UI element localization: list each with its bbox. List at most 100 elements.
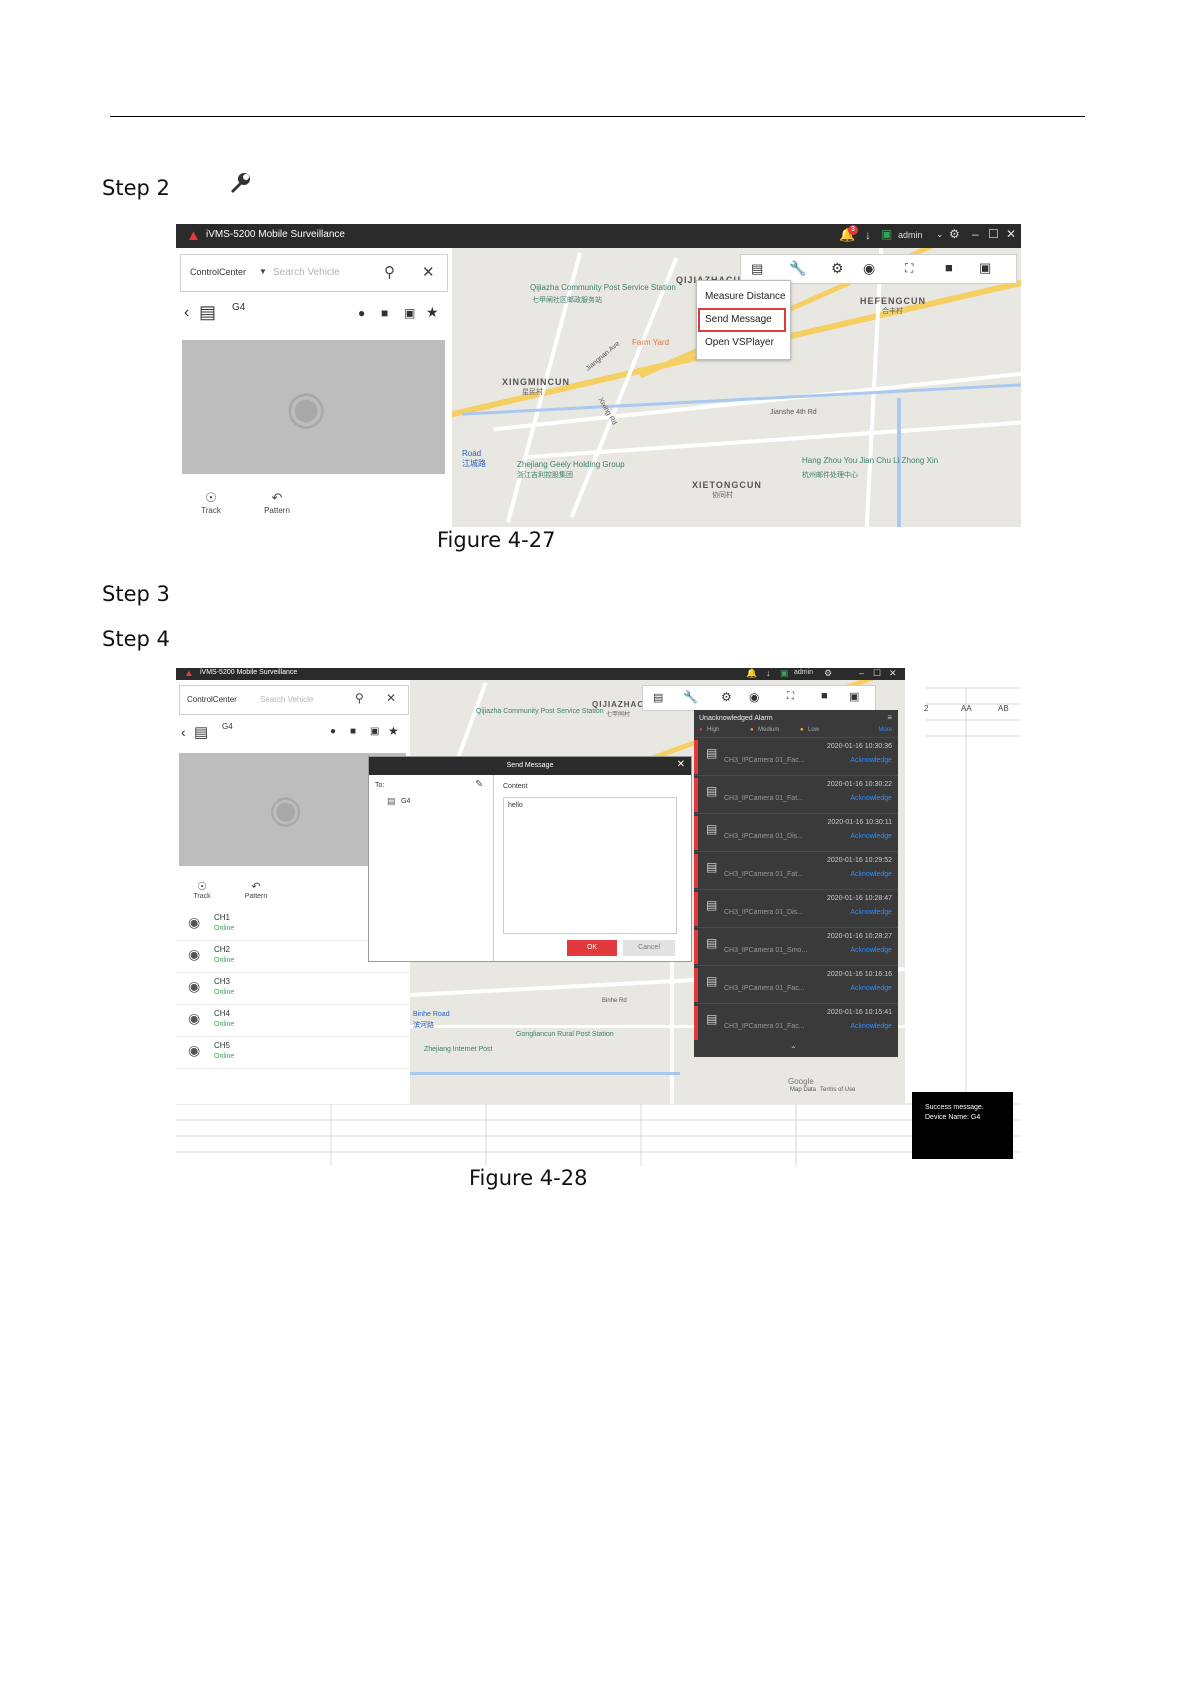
scope-chevron-icon[interactable]: ▼ — [259, 267, 267, 276]
acknowledge-button[interactable]: Acknowledge — [850, 795, 892, 802]
fullscreen-icon[interactable]: ⛶ — [787, 691, 794, 702]
ok-button[interactable]: OK — [567, 940, 617, 956]
alarm-row[interactable]: ▤ 2020-01-16 10:30:36 CH3_IPCamera 01_Fa… — [694, 737, 898, 776]
location-pin-icon[interactable]: ● — [358, 306, 365, 320]
alarm-row[interactable]: ▤ 2020-01-16 10:15:41 CH3_IPCamera 01_Fa… — [694, 1003, 898, 1042]
chevron-down-icon[interactable]: ⌄ — [936, 229, 944, 240]
alarm-row[interactable]: ▤ 2020-01-16 10:30:22 CH3_IPCamera 01_Fa… — [694, 775, 898, 814]
dialog-close-icon[interactable]: ✕ — [677, 759, 685, 770]
minimize-icon[interactable]: – — [972, 227, 979, 241]
clear-icon[interactable]: ✕ — [386, 691, 396, 705]
fullscreen-icon[interactable]: ⛶ — [905, 261, 913, 276]
clear-icon[interactable]: ✕ — [422, 263, 435, 281]
pattern-button[interactable]: ↶ Pattern — [252, 490, 302, 515]
window-icon[interactable]: ▣ — [979, 260, 991, 276]
star-icon[interactable]: ★ — [388, 724, 399, 738]
message-content-textarea[interactable]: hello — [503, 797, 677, 934]
alarm-row[interactable]: ▤ 2020-01-16 10:16:16 CH3_IPCamera 01_Fa… — [694, 965, 898, 1004]
search-scope-dropdown[interactable]: ControlCenter — [187, 695, 237, 704]
acknowledge-button[interactable]: Acknowledge — [850, 947, 892, 954]
video-icon[interactable]: ■ — [821, 690, 828, 702]
video-icon[interactable]: ■ — [381, 306, 388, 320]
search-bar[interactable]: ControlCenter ▼ Search Vehicle ⚲ ✕ — [180, 254, 448, 292]
monitor-icon[interactable]: ▣ — [780, 668, 789, 679]
acknowledge-button[interactable]: Acknowledge — [850, 833, 892, 840]
river — [462, 383, 1021, 416]
vehicle-row[interactable]: ‹ ▤ G4 ● ■ ▣ ★ — [176, 718, 410, 750]
collapse-chevron-icon[interactable]: ⌃ — [790, 1045, 797, 1054]
video-icon[interactable]: ■ — [350, 726, 356, 737]
monitor-icon[interactable]: ▣ — [881, 227, 892, 241]
search-icon[interactable]: ⚲ — [384, 263, 395, 281]
map-view[interactable]: QIJIAZHACUN HEFENGCUN 合丰村 XINGMINCUN 星民村… — [452, 248, 1021, 527]
star-icon[interactable]: ★ — [426, 304, 439, 321]
alarm-row[interactable]: ▤ 2020-01-16 10:28:47 CH3_IPCamera 01_Di… — [694, 889, 898, 928]
channel-status: Online — [214, 957, 235, 964]
acknowledge-button[interactable]: Acknowledge — [850, 757, 892, 764]
road — [670, 940, 674, 1104]
cancel-button[interactable]: Cancel — [623, 940, 675, 956]
download-icon[interactable]: ↓ — [865, 228, 871, 242]
track-button[interactable]: ☉ Track — [186, 490, 236, 515]
maximize-icon[interactable]: ☐ — [988, 227, 999, 241]
user-name[interactable]: admin — [898, 230, 923, 240]
pattern-button[interactable]: ↶ Pattern — [236, 880, 276, 900]
alarm-row[interactable]: ▤ 2020-01-16 10:30:11 CH3_IPCamera 01_Di… — [694, 813, 898, 852]
gear-icon[interactable]: ⚙ — [831, 260, 844, 277]
eye-icon[interactable]: ◉ — [749, 690, 759, 704]
search-input[interactable]: Search Vehicle — [273, 267, 340, 278]
menu-item-open-vsplayer[interactable]: Open VSPlayer — [705, 337, 774, 348]
user-name[interactable]: admin — [794, 669, 813, 676]
bell-icon[interactable]: 🔔 — [746, 668, 757, 679]
map-layers-icon[interactable]: ▤ — [751, 261, 763, 277]
gear-icon[interactable]: ⚙ — [949, 227, 960, 241]
channel-item[interactable]: ◉ CH3 Online — [176, 972, 410, 1005]
gear-icon[interactable]: ⚙ — [824, 668, 832, 679]
level-low-label[interactable]: Low — [808, 727, 819, 733]
level-medium-label[interactable]: Medium — [758, 727, 779, 733]
map-layers-icon[interactable]: ▤ — [653, 691, 663, 704]
maximize-icon[interactable]: ☐ — [873, 668, 881, 679]
search-scope-dropdown[interactable]: ControlCenter — [190, 267, 246, 277]
acknowledge-button[interactable]: Acknowledge — [850, 871, 892, 878]
alarm-level-bar — [694, 816, 698, 850]
close-icon[interactable]: ✕ — [889, 668, 897, 679]
alarm-row[interactable]: ▤ 2020-01-16 10:28:27 CH3_IPCamera 01_Sm… — [694, 927, 898, 966]
close-icon[interactable]: ✕ — [1006, 227, 1016, 241]
location-pin-icon[interactable]: ● — [330, 726, 336, 737]
video-icon[interactable]: ■ — [945, 260, 953, 275]
menu-item-measure-distance[interactable]: Measure Distance — [705, 291, 786, 302]
wrench-icon[interactable]: 🔧 — [683, 690, 698, 704]
search-icon[interactable]: ⚲ — [355, 691, 364, 705]
edit-pencil-icon[interactable]: ✎ — [475, 779, 483, 790]
dialog-title: Send Message — [369, 757, 691, 775]
track-button[interactable]: ☉ Track — [182, 880, 222, 900]
back-icon[interactable]: ‹ — [181, 724, 186, 740]
level-high-label[interactable]: High — [707, 727, 719, 733]
alarm-row[interactable]: ▤ 2020-01-16 10:29:52 CH3_IPCamera 01_Fa… — [694, 851, 898, 890]
map-poi: Qijiazha Community Post Service Station — [476, 708, 604, 715]
wrench-icon[interactable]: 🔧 — [789, 260, 806, 277]
channel-item[interactable]: ◉ CH5 Online — [176, 1036, 410, 1069]
app-logo-icon: ▲ — [184, 668, 194, 679]
alarm-device: CH3_IPCamera 01_Fat... — [724, 795, 803, 802]
download-icon[interactable]: ↓ — [766, 668, 771, 678]
map-footer[interactable]: Terms of Use — [820, 1087, 855, 1093]
back-icon[interactable]: ‹ — [184, 304, 189, 322]
minimize-icon[interactable]: – — [859, 668, 864, 678]
search-input[interactable]: Search Vehicle — [260, 695, 313, 704]
window-icon[interactable]: ▣ — [849, 690, 859, 703]
search-bar[interactable]: ControlCenter Search Vehicle ⚲ ✕ — [179, 685, 409, 715]
acknowledge-button[interactable]: Acknowledge — [850, 985, 892, 992]
acknowledge-button[interactable]: Acknowledge — [850, 1023, 892, 1030]
gear-icon[interactable]: ⚙ — [721, 690, 732, 704]
playback-icon[interactable]: ▣ — [404, 306, 415, 320]
eye-icon[interactable]: ◉ — [863, 260, 875, 277]
channel-item[interactable]: ◉ CH4 Online — [176, 1004, 410, 1037]
recipient-name[interactable]: G4 — [401, 798, 410, 805]
alarm-menu-icon[interactable]: ≡ — [887, 713, 892, 722]
playback-icon[interactable]: ▣ — [370, 726, 379, 737]
acknowledge-button[interactable]: Acknowledge — [850, 909, 892, 916]
vehicle-row[interactable]: ‹ ▤ G4 ● ■ ▣ ★ — [176, 296, 452, 336]
alarm-more-link[interactable]: More — [878, 727, 892, 733]
